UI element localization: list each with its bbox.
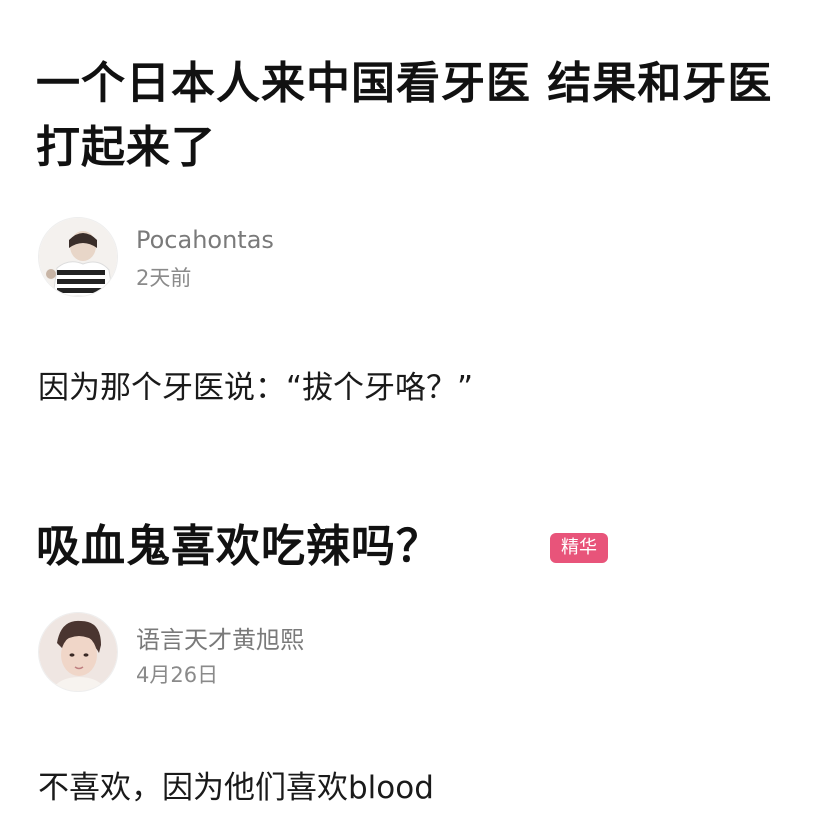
post-date: 4月26日 [136,663,219,687]
feed: 一个日本人来中国看牙医 结果和牙医打起来了 Pocahontas 2天前 因为那… [0,0,828,828]
author-name[interactable]: 语言天才黄旭熙 [136,620,304,655]
user-avatar[interactable] [38,217,118,297]
post-date: 2天前 [136,266,192,290]
avatar-image [39,218,117,296]
post-body: 不喜欢，因为他们喜欢blood [38,770,434,806]
user-avatar[interactable] [38,612,118,692]
featured-badge: 精华 [550,533,608,563]
post-title[interactable]: 一个日本人来中国看牙医 结果和牙医打起来了 [36,52,796,180]
post-title[interactable]: 吸血鬼喜欢吃辣吗？ [36,515,441,579]
avatar-image [39,613,117,691]
post-body: 因为那个牙医说：“拔个牙咯？” [38,370,474,406]
author-name[interactable]: Pocahontas [136,226,274,254]
